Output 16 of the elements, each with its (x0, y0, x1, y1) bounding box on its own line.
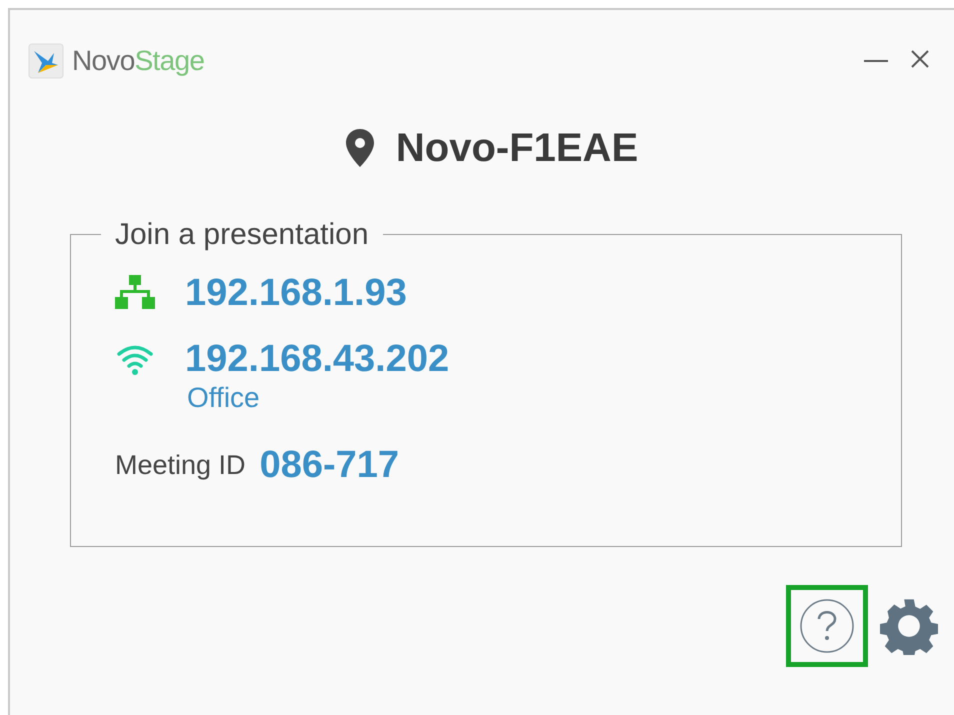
device-name: Novo-F1EAE (396, 125, 638, 172)
ip-address: 192.168.43.202 (185, 337, 450, 381)
minimize-icon (864, 59, 888, 63)
network-icon (115, 275, 155, 311)
help-icon (799, 598, 855, 654)
app-title: NovoStage (72, 44, 204, 78)
network-name: Office (187, 381, 261, 415)
close-icon (910, 49, 930, 69)
logo-icon (28, 43, 64, 79)
meeting-id: 086-717 (260, 443, 400, 488)
panel-title: Join a presentation (114, 217, 370, 253)
ip-address: 192.168.1.93 (185, 271, 407, 315)
location-pin-icon (346, 129, 374, 167)
meeting-id-label: Meeting ID (115, 449, 246, 482)
help-button[interactable] (786, 585, 868, 667)
settings-icon (880, 597, 938, 655)
